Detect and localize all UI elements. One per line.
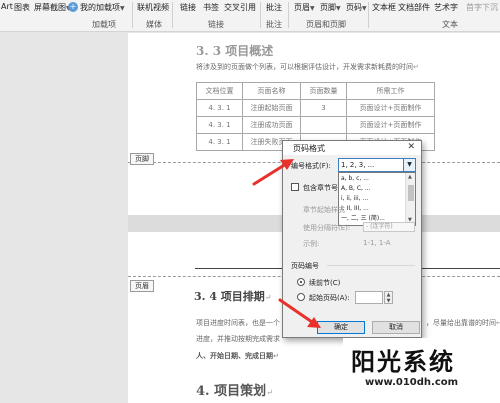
- table-header-cell: 页面名称: [242, 82, 301, 100]
- chevron-down-icon: ▼: [120, 5, 125, 12]
- table-cell: 4. 3. 1: [196, 133, 243, 151]
- ribbon-divider: [172, 2, 173, 28]
- ribbon: Art 图表 屏幕截图▼ + 我的加载项▼ 联机视频 链接 书签 交叉引用 批注…: [0, 0, 500, 32]
- ribbon-group-text: 文本: [442, 20, 458, 29]
- table-cell: 3: [300, 99, 347, 117]
- format-option[interactable]: I, II, III, ...: [339, 204, 405, 213]
- body-paragraph: 进度，并推动按期完成需求: [196, 335, 280, 343]
- table-cell: 注册成功页面: [242, 116, 301, 134]
- number-format-select[interactable]: 1, 2, 3, ... ▼: [338, 158, 416, 172]
- format-option[interactable]: a, b, c, ...: [339, 174, 405, 183]
- ribbon-link-button[interactable]: 链接: [180, 2, 196, 13]
- document-margin: [0, 33, 128, 403]
- scrollbar-thumb[interactable]: [408, 185, 414, 201]
- format-option[interactable]: i, ii, iii, ...: [339, 194, 405, 203]
- include-chapter-label: 包含章节号: [303, 184, 338, 192]
- chevron-down-icon: ▼: [310, 5, 315, 12]
- ribbon-online-video-button[interactable]: 联机视频: [137, 2, 169, 13]
- watermark-title: 阳光系统: [351, 348, 455, 376]
- section-heading: 3. 4 项目排期↵: [194, 290, 272, 303]
- chapter-style-label: 章节起始样式: [303, 206, 345, 214]
- ribbon-divider: [132, 2, 133, 28]
- scroll-up-icon[interactable]: ▲: [408, 174, 412, 180]
- example-label: 示例:: [303, 240, 320, 248]
- separator-label: 使用分隔符(E):: [303, 224, 351, 232]
- continue-radio[interactable]: [297, 278, 305, 286]
- ribbon-group-media: 媒体: [146, 20, 162, 29]
- table-cell: 页面设计+页面制作: [346, 99, 435, 117]
- ribbon-divider: [260, 2, 261, 28]
- ribbon-divider: [288, 2, 289, 28]
- chevron-down-icon: ▼: [362, 5, 367, 12]
- ribbon-textbox-button[interactable]: 文本框: [372, 2, 396, 13]
- ribbon-bookmark-button[interactable]: 书签: [203, 2, 219, 13]
- add-in-icon: +: [68, 2, 78, 12]
- section-divider: [327, 265, 415, 266]
- watermark-logo: 阳光系统 www.010dh.com: [343, 338, 497, 398]
- ribbon-divider: [368, 2, 369, 28]
- table-header-cell: 文档位置: [196, 82, 243, 100]
- ribbon-wordart-button[interactable]: 艺术字: [434, 2, 458, 13]
- ribbon-group-header-footer: 页眉和页脚: [306, 20, 346, 29]
- number-format-dropdown[interactable]: a, b, c, ... A, B, C, ... i, ii, iii, ..…: [338, 172, 416, 226]
- dropdown-scrollbar[interactable]: ▲ ▼: [405, 173, 415, 225]
- table-cell: 4. 3. 1: [196, 99, 243, 117]
- table-cell: 4. 3. 1: [196, 116, 243, 134]
- cancel-button[interactable]: 取消: [372, 321, 420, 334]
- separator-select[interactable]: - (连字符): [363, 222, 415, 232]
- numbering-section-title: 页码编号: [291, 262, 319, 270]
- annotation-arrow-icon: [252, 159, 294, 186]
- watermark-url: www.010dh.com: [365, 377, 459, 388]
- ribbon-screenshot-button[interactable]: 屏幕截图▼: [34, 2, 71, 13]
- ribbon-art-button[interactable]: Art: [1, 2, 13, 11]
- number-format-value: 1, 2, 3, ...: [341, 161, 375, 169]
- body-paragraph: ，尽量给出靠谱的时间↵: [426, 319, 500, 327]
- ribbon-crossref-button[interactable]: 交叉引用: [224, 2, 256, 13]
- ribbon-group-addins: 加载项: [92, 20, 116, 29]
- chevron-down-icon: ▼: [336, 5, 341, 12]
- ribbon-page-number-button[interactable]: 页码▼: [346, 2, 367, 13]
- ribbon-group-comments: 批注: [266, 20, 282, 29]
- table-header-cell: 页面数量: [300, 82, 347, 100]
- section-heading: 4. 项目策划↵: [196, 384, 273, 399]
- start-at-stepper[interactable]: ▲ ▼: [384, 291, 393, 304]
- close-icon[interactable]: ✕: [407, 142, 415, 152]
- annotation-arrow-icon: [278, 298, 321, 328]
- ribbon-quickparts-button[interactable]: 文档部件: [398, 2, 430, 13]
- table-cell: [300, 116, 347, 134]
- example-value: 1-1, 1-A: [363, 239, 391, 247]
- dialog-titlebar[interactable]: 页码格式 ✕: [283, 141, 421, 155]
- ribbon-my-addins-button[interactable]: 我的加载项▼: [80, 2, 125, 13]
- ribbon-group-links: 链接: [208, 20, 224, 29]
- format-option[interactable]: A, B, C, ...: [339, 184, 405, 193]
- continue-label: 续前节(C): [309, 279, 341, 287]
- ribbon-dropcap-button[interactable]: 首字下沉: [466, 2, 498, 13]
- table-header-cell: 所需工作: [346, 82, 435, 100]
- footer-tag[interactable]: 页脚: [130, 153, 154, 165]
- table-row: 4. 3. 1 注册成功页面 页面设计+页面制作: [196, 116, 435, 134]
- body-paragraph: 将涉及到的页面做个列表，可以根据评估设计，开发需求新耗费的时间↵: [196, 63, 419, 71]
- body-paragraph: 项目进度时间表，也是一个: [196, 319, 280, 327]
- chevron-down-icon[interactable]: ▼: [403, 159, 415, 171]
- table-row: 4. 3. 1 注册起始页面 3 页面设计+页面制作: [196, 99, 435, 117]
- start-at-input[interactable]: [355, 291, 383, 304]
- body-paragraph: 人、开始日期、完成日期↵: [196, 352, 279, 360]
- table-cell: 页面设计+页面制作: [346, 116, 435, 134]
- ribbon-footer-button[interactable]: 页脚▼: [320, 2, 341, 13]
- section-heading: 3. 3 项目概述: [196, 44, 274, 58]
- ribbon-header-button[interactable]: 页眉▼: [294, 2, 315, 13]
- header-tag[interactable]: 页眉: [130, 280, 154, 292]
- table-cell: 注册起始页面: [242, 99, 301, 117]
- ribbon-chart-button[interactable]: 图表: [14, 2, 30, 13]
- table-header-row: 文档位置 页面名称 页面数量 所需工作: [196, 82, 435, 100]
- ribbon-comment-button[interactable]: 批注: [266, 2, 282, 13]
